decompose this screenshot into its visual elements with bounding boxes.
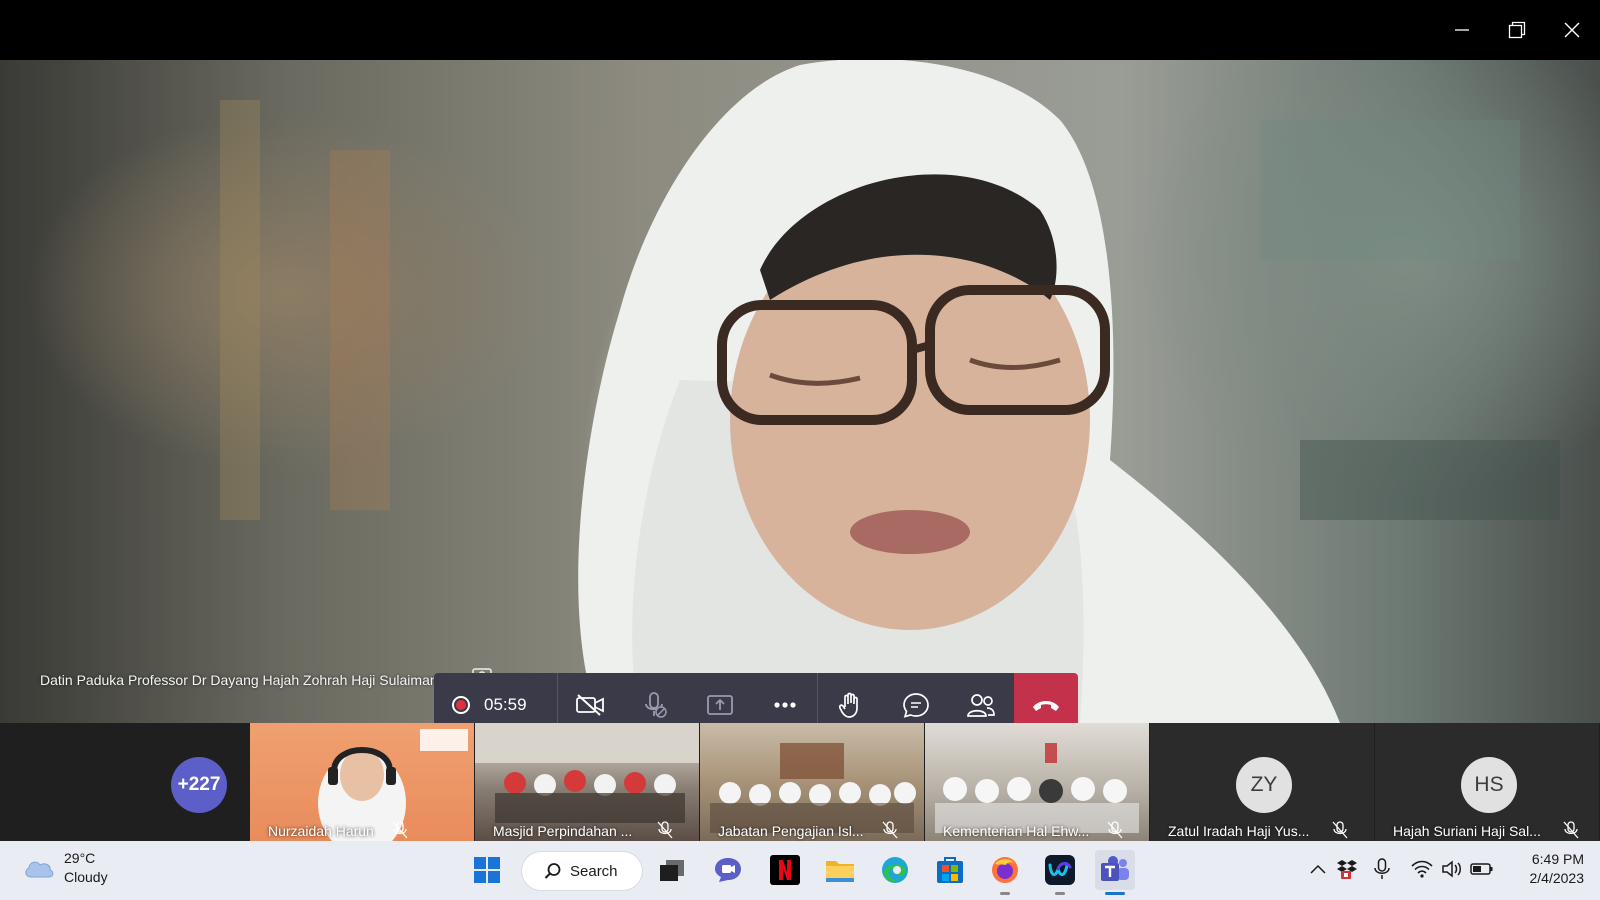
mic-muted-icon	[882, 821, 898, 839]
mic-muted-icon	[392, 821, 408, 839]
window-title-bar	[0, 0, 1600, 60]
hang-up-button[interactable]	[1014, 673, 1078, 723]
weather-temperature: 29°C	[64, 850, 96, 866]
more-actions-icon[interactable]	[763, 683, 807, 723]
teams-icon[interactable]	[1095, 850, 1135, 895]
running-indicator	[1000, 892, 1010, 895]
show-hidden-icons-chevron[interactable]	[1306, 857, 1330, 881]
teams-chat-icon[interactable]	[708, 850, 748, 890]
avatar: ZY	[1236, 757, 1292, 813]
taskbar-clock[interactable]: 6:49 PM 2/4/2023	[1508, 850, 1585, 888]
raise-hand-icon[interactable]	[829, 683, 873, 723]
netflix-icon[interactable]	[765, 850, 805, 890]
cloud-icon	[25, 861, 54, 878]
participant-name: Jabatan Pengajian Isl...	[718, 823, 864, 839]
weather-condition: Cloudy	[64, 869, 108, 885]
recording-indicator: 05:59	[434, 673, 558, 723]
mic-off-icon[interactable]	[633, 683, 677, 723]
chat-icon[interactable]	[894, 683, 938, 723]
camera-off-icon[interactable]	[568, 683, 612, 723]
main-video-feed: Datin Paduka Professor Dr Dayang Hajah Z…	[0, 60, 1600, 723]
file-explorer-icon[interactable]	[820, 850, 860, 890]
participant-tile[interactable]: HS Hajah Suriani Haji Sal...	[1375, 723, 1599, 841]
call-control-bar: 05:59	[434, 673, 1078, 723]
running-indicator	[1055, 892, 1065, 895]
hang-up-icon	[1033, 701, 1060, 711]
windows-taskbar: 29°C Cloudy Search 6:49 PM 2/4/2023	[0, 841, 1600, 900]
firefox-icon[interactable]	[985, 850, 1025, 895]
presenter-name-label: Datin Paduka Professor Dr Dayang Hajah Z…	[40, 672, 438, 688]
mic-muted-icon	[1332, 821, 1348, 839]
participant-tile[interactable]: ZY Zatul Iradah Haji Yus...	[1150, 723, 1374, 841]
microphone-icon[interactable]	[1370, 857, 1394, 881]
taskbar-search-button[interactable]: Search	[522, 852, 642, 890]
task-view-icon[interactable]	[652, 850, 692, 890]
weather-widget[interactable]: 29°C Cloudy	[22, 849, 108, 887]
microsoft-store-icon[interactable]	[930, 850, 970, 890]
avatar: HS	[1461, 757, 1517, 813]
participant-tile[interactable]: Nurzaidah Harun	[250, 723, 474, 841]
webex-icon[interactable]	[1040, 850, 1080, 895]
presenter-video-image	[220, 60, 1560, 723]
participants-icon[interactable]	[959, 683, 1003, 723]
mic-muted-icon	[657, 821, 673, 839]
call-timer: 05:59	[484, 695, 527, 714]
participant-name: Kementerian Hal Ehw...	[943, 823, 1090, 839]
minimize-icon[interactable]	[1444, 12, 1480, 48]
mic-muted-icon	[1107, 821, 1123, 839]
volume-icon[interactable]	[1440, 857, 1464, 881]
battery-icon[interactable]	[1470, 857, 1494, 881]
participant-tile[interactable]: Masjid Perpindahan ...	[475, 723, 699, 841]
participant-tile[interactable]: Kementerian Hal Ehw...	[925, 723, 1149, 841]
share-screen-icon[interactable]	[698, 683, 742, 723]
restore-icon[interactable]	[1499, 12, 1535, 48]
dropbox-icon[interactable]	[1335, 857, 1359, 881]
clock-time: 6:49 PM	[1531, 851, 1584, 867]
search-icon	[544, 863, 561, 879]
participant-name: Zatul Iradah Haji Yus...	[1168, 823, 1310, 839]
participant-name: Nurzaidah Harun	[268, 823, 374, 839]
clock-date: 2/4/2023	[1529, 870, 1585, 886]
participant-name: Hajah Suriani Haji Sal...	[1393, 823, 1541, 839]
windows-start-icon[interactable]	[467, 850, 507, 890]
active-app-indicator	[1105, 892, 1125, 895]
wifi-icon[interactable]	[1410, 857, 1434, 881]
mic-muted-icon	[1563, 821, 1579, 839]
edge-icon[interactable]	[875, 850, 915, 890]
overflow-participants-badge[interactable]: +227	[171, 757, 227, 813]
search-label: Search	[570, 862, 618, 880]
participant-tile[interactable]: Jabatan Pengajian Isl...	[700, 723, 924, 841]
close-icon[interactable]	[1554, 12, 1590, 48]
participant-name: Masjid Perpindahan ...	[493, 823, 633, 839]
record-icon	[452, 696, 470, 714]
